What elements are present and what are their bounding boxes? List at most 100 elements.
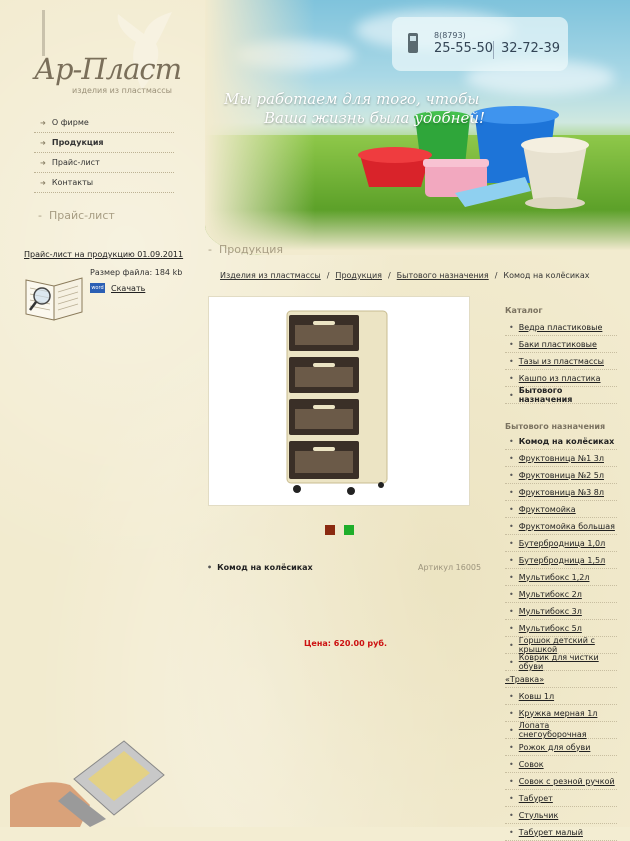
- phone-box: 8(8793) 25-55-50 32-72-39: [392, 17, 568, 71]
- list-item[interactable]: • Совок: [505, 756, 617, 773]
- bullet-icon: •: [509, 453, 514, 463]
- list-item-label: Коврик для чистки обуви: [518, 653, 599, 671]
- word-file-icon: word: [90, 283, 105, 293]
- list-item-label: Бутербродница 1,5л: [518, 555, 606, 565]
- list-item-label: Фруктомойка большая: [518, 521, 615, 531]
- list-item[interactable]: • Стульчик: [505, 807, 617, 824]
- main-nav: ➜ О фирме ➜ Продукция ➜ Прайс-лист ➜ Контакт…: [34, 113, 174, 193]
- nav-item-label: Продукция: [51, 138, 104, 147]
- phone-code: 8(8793): [434, 31, 466, 40]
- color-swatch-green[interactable]: [344, 525, 354, 535]
- nav-item-label: О фирме: [51, 118, 89, 127]
- breadcrumb: Изделия из пластмассы / Продукция / Бытового…: [220, 271, 590, 280]
- bullet-icon: •: [509, 759, 514, 769]
- list-item[interactable]: • Бутербродница 1,5л: [505, 552, 617, 569]
- site-logo[interactable]: Ар-Пласт: [34, 52, 182, 86]
- breadcrumb-link[interactable]: Бытового назначения: [397, 271, 489, 280]
- logo-tagline: изделия из пластмассы: [72, 86, 172, 95]
- bullet-icon: •: [509, 657, 514, 667]
- list-item[interactable]: • Фруктовница №1 3л: [505, 450, 617, 467]
- list-item-label: Фруктовница №1 3л: [518, 453, 604, 463]
- mobile-phone-icon: [408, 33, 418, 53]
- list-item[interactable]: • Рожок для обуви: [505, 739, 617, 756]
- nav-item-pricelist[interactable]: ➜ Прайс-лист: [34, 153, 174, 173]
- breadcrumb-link[interactable]: Продукция: [335, 271, 382, 280]
- list-item[interactable]: • Фруктомойка: [505, 501, 617, 518]
- list-item[interactable]: • Фруктовница №3 8л: [505, 484, 617, 501]
- nav-item-label: Прайс-лист: [51, 158, 100, 167]
- list-item-label: Совок с резной ручкой: [518, 776, 615, 786]
- list-item[interactable]: • Баки пластиковые: [505, 336, 617, 353]
- bullet-icon: •: [509, 640, 514, 650]
- bullet-icon: •: [509, 504, 514, 514]
- list-item-label: Ведра пластиковые: [518, 322, 603, 332]
- list-item[interactable]: • Фруктовница №2 5л: [505, 467, 617, 484]
- header-slogan: Мы работаем для того, чтобы Ваша жизнь б…: [224, 90, 485, 128]
- bullet-icon: •: [509, 742, 514, 752]
- list-item[interactable]: • Горшок детский с крышкой: [505, 636, 617, 654]
- open-book-icon: [25, 277, 83, 321]
- list-item[interactable]: • Бутербродница 1,0л: [505, 535, 617, 552]
- bullet-icon: •: [509, 470, 514, 480]
- list-item[interactable]: «Травка»: [505, 671, 617, 688]
- list-item-label: Стульчик: [518, 810, 559, 820]
- list-item-label: Горшок детский с крышкой: [518, 636, 595, 654]
- list-item-label: Фруктомойка: [518, 504, 576, 514]
- list-item[interactable]: • Мультибокс 2л: [505, 586, 617, 603]
- list-item[interactable]: • Ковш 1л: [505, 688, 617, 705]
- list-item[interactable]: • Бытового назначения: [505, 386, 617, 404]
- pricelist-section-title: - Прайс-лист: [38, 209, 115, 222]
- bullet-icon: •: [509, 708, 514, 718]
- color-swatch-brown[interactable]: [325, 525, 335, 535]
- bullet-icon: •: [509, 691, 514, 701]
- list-item-label: Мультибокс 5л: [518, 623, 582, 633]
- list-item[interactable]: • Тазы из пластмассы: [505, 353, 617, 370]
- breadcrumb-link[interactable]: Изделия из пластмассы: [220, 271, 321, 280]
- product-name: • Комод на колёсиках: [207, 563, 313, 572]
- bullet-icon: •: [509, 793, 514, 803]
- bullet-icon: •: [509, 572, 514, 582]
- product-price: Цена: 620.00 руб.: [304, 639, 387, 648]
- list-item-label: Кружка мерная 1л: [518, 708, 598, 718]
- product-photo[interactable]: [208, 296, 470, 506]
- list-item-label: Рожок для обуви: [518, 742, 591, 752]
- list-item[interactable]: • Кружка мерная 1л: [505, 705, 617, 722]
- bullet-icon: •: [509, 725, 514, 735]
- bullet-icon: •: [509, 322, 514, 332]
- bullet-icon: •: [509, 827, 514, 837]
- nav-item-products[interactable]: ➜ Продукция: [34, 133, 174, 153]
- nav-item-label: Контакты: [51, 178, 94, 187]
- list-item[interactable]: • Кашпо из пластика: [505, 370, 617, 387]
- products-title-text: Продукция: [218, 243, 283, 256]
- list-item[interactable]: • Табурет: [505, 790, 617, 807]
- bullet-icon: •: [509, 623, 514, 633]
- list-item-label: Комод на колёсиках: [518, 436, 615, 446]
- list-item[interactable]: • Фруктомойка большая: [505, 518, 617, 535]
- catalog-title: Каталог: [505, 306, 543, 315]
- list-item-label: Кашпо из пластика: [518, 373, 601, 383]
- list-item[interactable]: • Комод на колёсиках: [505, 433, 617, 450]
- bullet-icon: •: [509, 538, 514, 548]
- list-item[interactable]: • Ведра пластиковые: [505, 319, 617, 336]
- download-link[interactable]: Скачать: [111, 284, 145, 293]
- file-size: Размер файла: 184 kb: [90, 268, 183, 277]
- subcategory-title: Бытового назначения: [505, 422, 606, 431]
- nav-item-about[interactable]: ➜ О фирме: [34, 113, 174, 133]
- nav-item-contacts[interactable]: ➜ Контакты: [34, 173, 174, 193]
- list-item[interactable]: • Мультибокс 5л: [505, 620, 617, 637]
- list-item-label: Табурет малый: [518, 827, 583, 837]
- list-item[interactable]: • Совок с резной ручкой: [505, 773, 617, 790]
- pricelist-link[interactable]: Прайс-лист на продукцию 01.09.2011: [24, 250, 183, 259]
- phone-divider: [493, 41, 494, 59]
- arrow-icon: ➜: [40, 138, 46, 147]
- phone-number-2: 32-72-39: [501, 41, 561, 56]
- list-item[interactable]: • Мультибокс 1,2л: [505, 569, 617, 586]
- list-item-label: «Травка»: [505, 674, 545, 684]
- list-item-label: Фруктовница №2 5л: [518, 470, 604, 480]
- phone-number-1: 25-55-50: [434, 41, 494, 56]
- bullet-icon: •: [509, 555, 514, 565]
- list-item[interactable]: • Коврик для чистки обуви: [505, 653, 617, 671]
- bullet-icon: •: [509, 339, 514, 349]
- list-item[interactable]: • Мультибокс 3л: [505, 603, 617, 620]
- list-item[interactable]: • Лопата снегоуборочная: [505, 721, 617, 739]
